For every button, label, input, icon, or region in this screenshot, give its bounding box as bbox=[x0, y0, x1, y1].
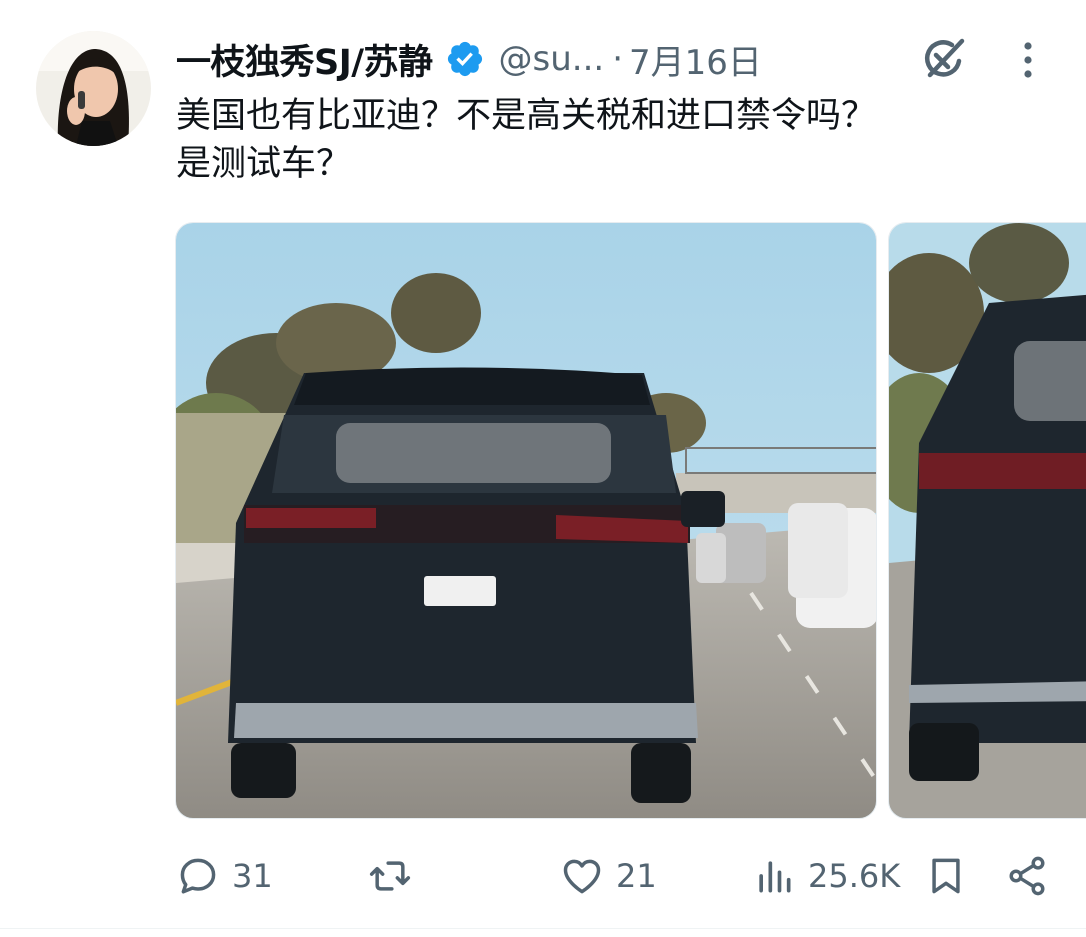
bookmark-icon bbox=[932, 858, 960, 894]
reply-count: 31 bbox=[232, 857, 273, 895]
handle[interactable]: @su... bbox=[499, 39, 605, 79]
divider bbox=[0, 928, 1086, 929]
reply-icon bbox=[180, 858, 216, 894]
action-bar: 31 21 25.6K bbox=[0, 846, 1086, 906]
tweet-photo[interactable] bbox=[175, 222, 877, 819]
more-icon[interactable] bbox=[1016, 38, 1040, 82]
tweet-text-line: 是测试车？ bbox=[176, 144, 352, 184]
bookmark-button[interactable] bbox=[924, 846, 968, 906]
share-icon bbox=[1009, 856, 1045, 896]
views-button[interactable]: 25.6K bbox=[752, 846, 900, 906]
tweet-text: 美国也有比亚迪？不是高关税和进口禁令吗？ 是测试车？ bbox=[176, 92, 1056, 188]
tweet-text-line: 美国也有比亚迪？不是高关税和进口禁令吗？ bbox=[176, 96, 877, 136]
tweet-photo[interactable] bbox=[888, 222, 1086, 819]
grok-icon[interactable] bbox=[918, 33, 970, 85]
retweet-button[interactable] bbox=[368, 846, 424, 906]
reply-button[interactable]: 31 bbox=[176, 846, 273, 906]
timestamp[interactable]: 7月16日 bbox=[629, 35, 762, 84]
views-icon bbox=[759, 861, 791, 893]
display-name[interactable]: 一枝独秀SJ/苏静 bbox=[176, 34, 433, 85]
like-button[interactable]: 21 bbox=[560, 846, 657, 906]
separator: · bbox=[612, 39, 624, 79]
like-icon bbox=[563, 859, 601, 894]
retweet-icon bbox=[369, 861, 411, 891]
share-button[interactable] bbox=[1005, 846, 1049, 906]
views-count: 25.6K bbox=[808, 857, 901, 895]
verified-badge-icon bbox=[445, 39, 485, 79]
avatar[interactable] bbox=[36, 31, 151, 146]
like-count: 21 bbox=[616, 857, 657, 895]
